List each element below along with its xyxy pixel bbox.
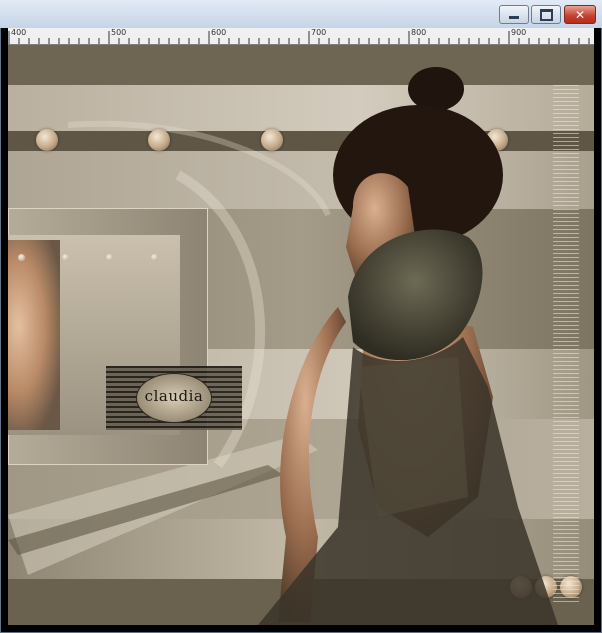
small-dot bbox=[106, 254, 113, 261]
ruler-label: 800 bbox=[411, 28, 427, 37]
ruler-label: 900 bbox=[511, 28, 527, 37]
small-dot bbox=[62, 254, 69, 261]
close-icon: ✕ bbox=[574, 7, 586, 22]
small-portrait bbox=[8, 240, 60, 430]
decorative-dot bbox=[36, 129, 58, 151]
decorative-dot bbox=[148, 129, 170, 151]
title-bar[interactable]: ✕ bbox=[0, 0, 602, 28]
ruler-label: 700 bbox=[311, 28, 327, 37]
woman-figure bbox=[258, 67, 558, 625]
minimize-button[interactable] bbox=[499, 5, 529, 24]
image-canvas[interactable]: claudia bbox=[8, 45, 594, 625]
minimize-icon bbox=[509, 16, 519, 19]
ruler-label: 500 bbox=[111, 28, 127, 37]
horizontal-ruler[interactable]: 400 500 600 700 800 900 bbox=[8, 28, 594, 45]
maximize-icon bbox=[539, 8, 553, 21]
barcode-stripes bbox=[553, 85, 579, 605]
ruler-label: 400 bbox=[11, 28, 27, 37]
watermark-logo: claudia bbox=[144, 387, 204, 405]
ruler-ticks bbox=[8, 31, 590, 44]
small-dot bbox=[18, 254, 25, 261]
small-dot bbox=[151, 254, 158, 261]
ruler-label: 600 bbox=[211, 28, 227, 37]
close-button[interactable]: ✕ bbox=[564, 5, 596, 24]
maximize-button[interactable] bbox=[531, 5, 561, 24]
